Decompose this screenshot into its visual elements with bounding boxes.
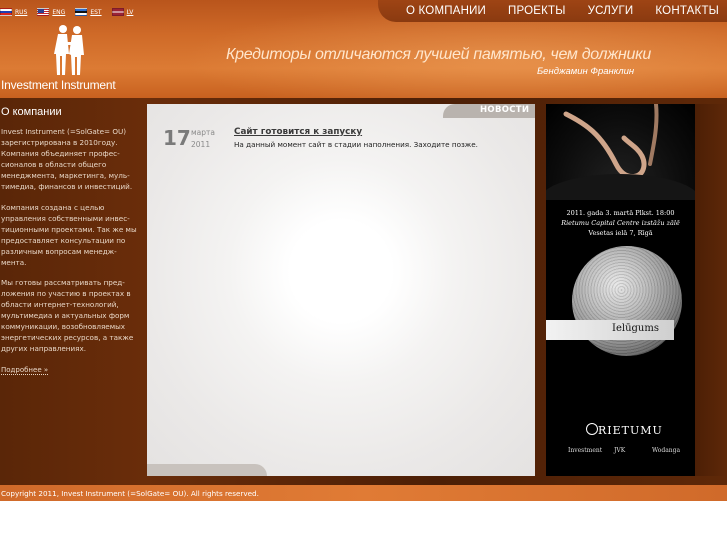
sponsor-logo: JVK [614, 447, 626, 454]
news-text: На данный момент сайт в стадии наполнени… [234, 140, 478, 149]
nav-about[interactable]: О КОМПАНИИ [406, 4, 486, 18]
news-panel [147, 104, 535, 476]
poster-address: Vesetas ielā 7, Rīgā [588, 229, 653, 237]
lang-est[interactable]: EST [75, 6, 102, 18]
ee-flag-icon [75, 8, 88, 16]
nav-projects[interactable]: ПРОЕКТЫ [508, 4, 566, 18]
hands-image-icon [546, 104, 695, 226]
sidebar-paragraph: Мы готовы рассматривать пред-ложения по … [1, 278, 134, 353]
ru-flag-icon [0, 8, 12, 16]
lang-eng[interactable]: ENG [37, 6, 65, 18]
news-year: 2011 [191, 140, 211, 149]
lang-rus[interactable]: RUS [0, 6, 27, 18]
lang-label: EST [90, 8, 102, 16]
lang-label: RUS [15, 8, 28, 16]
right-margin [695, 104, 727, 476]
panel-footer-tab [147, 464, 267, 476]
sidebar-title: О компании [1, 106, 62, 118]
news-tab-label[interactable]: НОВОСТИ [480, 105, 529, 115]
sidebar: О компании Invest Instrument (=SolGate= … [0, 98, 142, 485]
nav-services[interactable]: УСЛУГИ [588, 4, 634, 18]
event-poster[interactable]: 2011. gada 3. martā Plkst. 18:00 Rietumu… [546, 104, 695, 476]
sponsor-logos: Investment JVK Wodanga [546, 447, 695, 465]
sponsor-logo: Investment [568, 447, 603, 454]
sponsor-logo: Wodanga [652, 447, 681, 454]
us-flag-icon [37, 8, 50, 16]
poster-photo [546, 104, 695, 226]
sidebar-paragraph: Компания создана с целью управления собс… [1, 203, 137, 267]
poster-venue: Rietumu Capital Centre izstāžu zālē [561, 219, 680, 227]
header-quote: Кредиторы отличаются лучшей памятью, чем… [226, 46, 651, 63]
quote-author: Бенджамин Франклин [537, 66, 635, 77]
invite-label: Ielūgums [612, 323, 659, 334]
rietumu-logo-icon [586, 423, 598, 435]
copyright-text: Copyright 2011, Invest Instrument (=SolG… [1, 489, 259, 498]
sidebar-paragraph: Invest Instrument (=SolGate= OU) зарегис… [1, 127, 133, 191]
lang-lv[interactable]: LV [111, 6, 134, 18]
lang-label: ENG [52, 8, 66, 16]
logo-text: Investment Instrument [1, 78, 116, 92]
news-month: марта [191, 128, 215, 137]
page: RUS ENG EST LV Investment Instrument О К… [0, 0, 727, 545]
nav-contacts[interactable]: КОНТАКТЫ [655, 4, 719, 18]
news-title-link[interactable]: Сайт готовится к запуску [234, 127, 362, 137]
more-link[interactable]: Подробнее » [1, 366, 49, 375]
language-switcher: RUS ENG EST LV [0, 6, 133, 18]
main-nav: О КОМПАНИИ ПРОЕКТЫ УСЛУГИ КОНТАКТЫ [406, 4, 727, 18]
rietumu-brand: RIETUMU [598, 424, 663, 437]
news-day: 17 [163, 126, 191, 150]
lang-label: LV [126, 8, 134, 16]
poster-date: 2011. gada 3. martā Plkst. 18:00 [566, 209, 675, 217]
lv-flag-icon [111, 8, 124, 16]
